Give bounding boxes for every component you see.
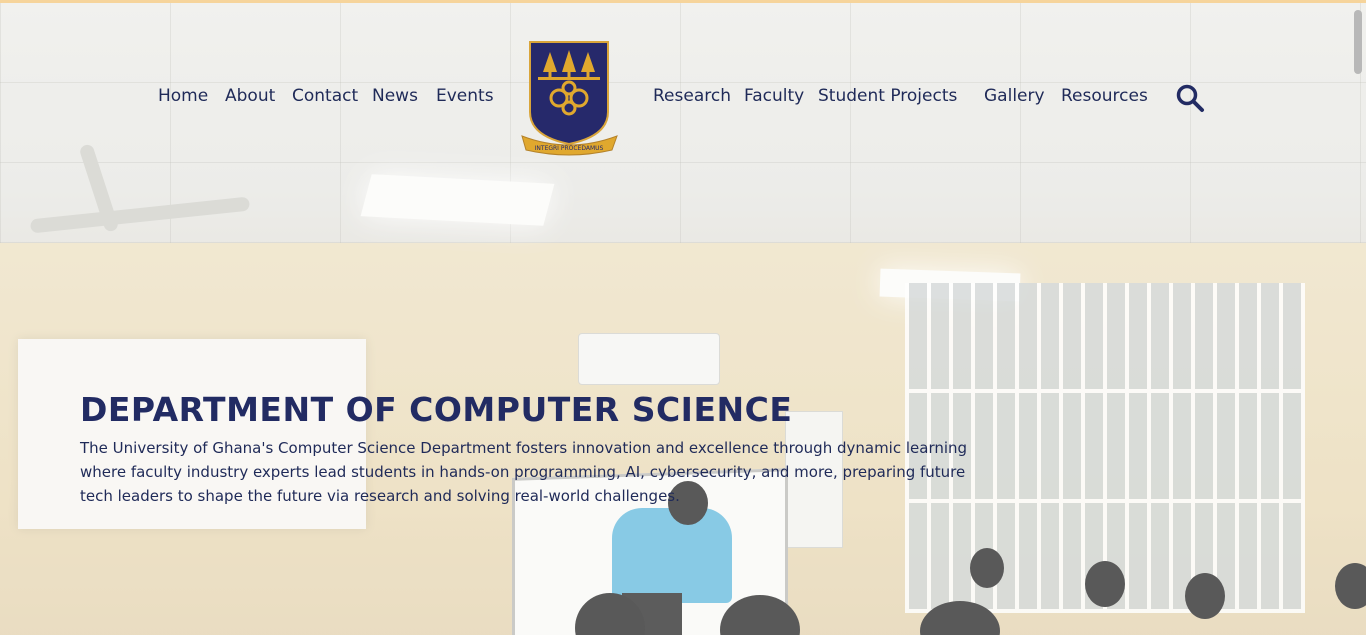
university-crest-logo[interactable]: INTEGRI PROCEDAMUS [520,40,620,156]
page-title: DEPARTMENT OF COMPUTER SCIENCE [80,390,793,429]
nav-faculty-link[interactable]: Faculty [744,86,804,106]
nav-about-link[interactable]: About [225,86,275,106]
nav-contact-link[interactable]: Contact [292,86,358,106]
hero-description: The University of Ghana's Computer Scien… [80,439,968,505]
nav-events-link[interactable]: Events [436,86,494,106]
nav-resources-link[interactable]: Resources [1061,86,1148,106]
nav-research-link[interactable]: Research [653,86,731,106]
nav-home-link[interactable]: Home [158,86,208,106]
scrollbar-thumb[interactable] [1354,10,1362,74]
nav-student-projects-link[interactable]: Student Projects [818,86,957,106]
nav-gallery-link[interactable]: Gallery [984,86,1045,106]
crest-motto: INTEGRI PROCEDAMUS [535,145,604,152]
search-icon[interactable] [1175,83,1205,113]
nav-news-link[interactable]: News [372,86,418,106]
